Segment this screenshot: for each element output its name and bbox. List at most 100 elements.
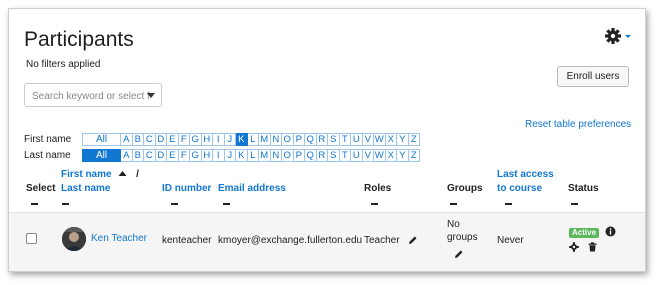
- last-name-initial-r[interactable]: R: [316, 149, 328, 162]
- last-name-initials-bar: Last name All ABCDEFGHIJKLMNOPQRSTUVWXYZ: [24, 149, 420, 162]
- header-last-access-line1[interactable]: Last access: [497, 168, 554, 181]
- first-name-initial-e[interactable]: E: [167, 133, 179, 146]
- last-name-initial-h[interactable]: H: [201, 149, 213, 162]
- last-name-initial-q[interactable]: Q: [305, 149, 317, 162]
- filters-status: No filters applied: [26, 59, 101, 70]
- user-name-link[interactable]: Ken Teacher: [91, 233, 147, 244]
- first-name-initial-b[interactable]: B: [132, 133, 144, 146]
- enroll-users-button[interactable]: Enroll users: [557, 66, 629, 87]
- last-name-initial-f[interactable]: F: [178, 149, 190, 162]
- header-first-name[interactable]: First name /: [61, 168, 139, 181]
- first-name-initial-o[interactable]: O: [282, 133, 294, 146]
- first-name-initial-i[interactable]: I: [213, 133, 225, 146]
- first-name-initial-k[interactable]: K: [236, 133, 248, 146]
- first-name-initial-c[interactable]: C: [144, 133, 156, 146]
- first-name-initial-v[interactable]: V: [362, 133, 374, 146]
- first-name-initials-label: First name: [24, 134, 72, 145]
- last-name-initial-z[interactable]: Z: [408, 149, 420, 162]
- first-name-all-button[interactable]: All: [82, 133, 121, 146]
- last-name-initial-k[interactable]: K: [236, 149, 248, 162]
- page-title: Participants: [24, 28, 134, 51]
- select-user-checkbox[interactable]: [26, 233, 37, 244]
- first-name-initial-j[interactable]: J: [224, 133, 236, 146]
- cell-last-access: Never: [497, 235, 524, 246]
- collapse-id-column[interactable]: [171, 203, 178, 205]
- gear-icon: [605, 28, 631, 44]
- last-name-initial-y[interactable]: Y: [397, 149, 409, 162]
- collapse-groups-column[interactable]: [450, 203, 457, 205]
- gear-icon[interactable]: [569, 242, 579, 252]
- first-name-initial-w[interactable]: W: [374, 133, 386, 146]
- first-name-initial-a[interactable]: A: [121, 133, 133, 146]
- first-name-initial-f[interactable]: F: [178, 133, 190, 146]
- cell-role: Teacher: [364, 235, 400, 246]
- last-name-initial-o[interactable]: O: [282, 149, 294, 162]
- first-name-initial-m[interactable]: M: [259, 133, 271, 146]
- last-name-initial-e[interactable]: E: [167, 149, 179, 162]
- last-name-initial-c[interactable]: C: [144, 149, 156, 162]
- last-name-initial-t[interactable]: T: [339, 149, 351, 162]
- collapse-status-column[interactable]: [571, 203, 578, 205]
- caret-down-icon[interactable]: [147, 93, 155, 98]
- last-name-initial-x[interactable]: X: [385, 149, 397, 162]
- collapse-email-column[interactable]: [223, 203, 230, 205]
- header-id-number[interactable]: ID number: [162, 182, 211, 195]
- header-status: Status: [568, 183, 599, 194]
- first-name-initial-z[interactable]: Z: [408, 133, 420, 146]
- first-name-initial-s[interactable]: S: [328, 133, 340, 146]
- settings-menu-button[interactable]: [604, 27, 632, 45]
- collapse-fullname-column[interactable]: [62, 203, 69, 205]
- last-name-all-button[interactable]: All: [82, 149, 121, 162]
- header-groups: Groups: [447, 183, 483, 194]
- participants-panel: Participants No filters applied Enroll u…: [8, 8, 646, 272]
- first-name-initial-u[interactable]: U: [351, 133, 363, 146]
- header-name-separator: /: [136, 169, 139, 180]
- first-name-initial-d[interactable]: D: [155, 133, 167, 146]
- last-name-initial-a[interactable]: A: [121, 149, 133, 162]
- first-name-initial-l[interactable]: L: [247, 133, 259, 146]
- pencil-icon[interactable]: [408, 235, 418, 245]
- last-name-initial-g[interactable]: G: [190, 149, 202, 162]
- cell-id-number: kenteacher: [162, 235, 212, 246]
- collapse-last-access-column[interactable]: [505, 203, 512, 205]
- cell-email: kmoyer@exchange.fullerton.edu: [218, 235, 363, 246]
- last-name-initial-w[interactable]: W: [374, 149, 386, 162]
- last-name-initial-m[interactable]: M: [259, 149, 271, 162]
- trash-icon[interactable]: [588, 242, 597, 252]
- pencil-icon[interactable]: [454, 249, 464, 259]
- first-name-initial-n[interactable]: N: [270, 133, 282, 146]
- last-name-initial-v[interactable]: V: [362, 149, 374, 162]
- reset-table-preferences-link[interactable]: Reset table preferences: [525, 119, 631, 130]
- user-picture: [62, 227, 86, 251]
- first-name-initial-p[interactable]: P: [293, 133, 305, 146]
- last-name-initial-p[interactable]: P: [293, 149, 305, 162]
- first-name-initial-h[interactable]: H: [201, 133, 213, 146]
- search-filter-box[interactable]: [24, 83, 162, 107]
- last-name-initial-u[interactable]: U: [351, 149, 363, 162]
- last-name-initial-b[interactable]: B: [132, 149, 144, 162]
- header-last-access-line2[interactable]: to course: [497, 182, 542, 195]
- first-name-initial-y[interactable]: Y: [397, 133, 409, 146]
- info-icon[interactable]: [605, 226, 616, 237]
- search-input[interactable]: [30, 85, 152, 107]
- first-name-initial-t[interactable]: T: [339, 133, 351, 146]
- last-name-initial-n[interactable]: N: [270, 149, 282, 162]
- cell-groups-line1: No: [447, 219, 460, 230]
- first-name-initial-x[interactable]: X: [385, 133, 397, 146]
- cell-groups-line2: groups: [447, 232, 478, 243]
- header-last-name[interactable]: Last name: [61, 182, 110, 195]
- last-name-initial-i[interactable]: I: [213, 149, 225, 162]
- last-name-initials-label: Last name: [24, 150, 71, 161]
- collapse-select-column[interactable]: [31, 203, 38, 205]
- last-name-initial-d[interactable]: D: [155, 149, 167, 162]
- first-name-initial-r[interactable]: R: [316, 133, 328, 146]
- last-name-initial-j[interactable]: J: [224, 149, 236, 162]
- first-name-initial-q[interactable]: Q: [305, 133, 317, 146]
- last-name-initial-l[interactable]: L: [247, 149, 259, 162]
- header-first-name-label[interactable]: First name: [61, 169, 112, 180]
- avatar[interactable]: [62, 227, 86, 251]
- first-name-initial-g[interactable]: G: [190, 133, 202, 146]
- last-name-initial-s[interactable]: S: [328, 149, 340, 162]
- collapse-roles-column[interactable]: [371, 203, 378, 205]
- header-email[interactable]: Email address: [218, 182, 286, 195]
